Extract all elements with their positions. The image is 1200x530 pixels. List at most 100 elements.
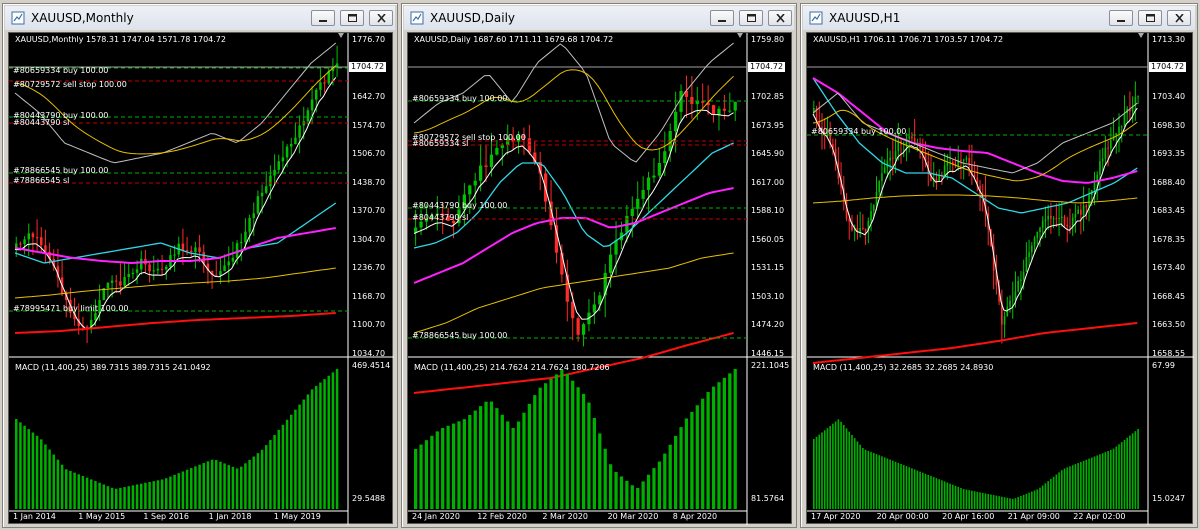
macd-bar [995, 495, 998, 509]
candle-body [1110, 140, 1112, 149]
window-title: XAUUSD,Monthly [31, 11, 134, 25]
candle-body [319, 82, 322, 90]
macd-bar [98, 482, 101, 509]
macd-bar [706, 392, 710, 509]
macd-bar [1101, 453, 1104, 509]
macd-bar [430, 435, 434, 509]
candle-body [106, 282, 110, 289]
candle-body [965, 158, 968, 160]
macd-bar [619, 476, 624, 509]
close-button[interactable] [1167, 10, 1191, 26]
close-button[interactable] [369, 10, 393, 26]
macd-bar [156, 480, 160, 509]
macd-bar [81, 476, 85, 509]
candle-body [554, 225, 559, 253]
chart-icon [11, 11, 25, 25]
macd-bar [845, 428, 848, 509]
macd-bar [938, 479, 940, 509]
order-label: #78866545 sl [13, 176, 70, 185]
macd-bar [1041, 485, 1044, 509]
maximize-button[interactable] [1138, 10, 1162, 26]
window-title: XAUUSD,H1 [829, 11, 901, 25]
ema-red-line [14, 312, 336, 334]
price-axis-label: 1698.30 [1152, 120, 1186, 130]
macd-bar [194, 466, 197, 509]
macd-bar [231, 466, 235, 509]
chart-ohlc-label: XAUUSD,Daily 1687.60 1711.11 1679.68 170… [414, 35, 614, 44]
macd-histogram [15, 369, 339, 509]
window-titlebar[interactable]: XAUUSD,Monthly [5, 6, 395, 30]
candle-body [156, 268, 160, 271]
macd-bar [1058, 472, 1060, 509]
candle-body [641, 189, 645, 199]
window-titlebar[interactable]: XAUUSD,H1 [803, 6, 1195, 30]
macd-bar [1131, 433, 1134, 509]
candle-body [1101, 158, 1104, 162]
macd-bar [544, 383, 548, 509]
macd-bar [1047, 481, 1049, 509]
order-label: #80659334 buy 100.00 [811, 127, 907, 136]
minimize-button[interactable] [311, 10, 335, 26]
macd-bar [549, 378, 553, 509]
candle-body [489, 154, 494, 167]
candle-body [1085, 205, 1088, 208]
candle-body [27, 233, 30, 240]
macd-bar [614, 472, 618, 509]
macd-bar [265, 445, 268, 509]
macd-bar [946, 482, 949, 509]
minimize-button[interactable] [710, 10, 734, 26]
macd-bar [457, 421, 461, 509]
chart-canvas[interactable]: XAUUSD,Daily 1687.60 1711.11 1679.68 170… [407, 32, 793, 525]
window-titlebar[interactable]: XAUUSD,Daily [404, 6, 794, 30]
macd-bar [23, 425, 26, 509]
maximize-button[interactable] [739, 10, 763, 26]
candle-body [110, 280, 114, 283]
macd-bar [1066, 467, 1069, 509]
macd-bar [48, 449, 51, 509]
chart-shift-marker[interactable] [338, 33, 344, 38]
macd-bar [674, 435, 678, 509]
price-axis-label: 1100.70 [352, 320, 386, 330]
macd-bar [987, 493, 990, 509]
candle-body [862, 227, 864, 229]
price-axis-label: 1168.70 [352, 291, 386, 301]
macd-bar [913, 469, 916, 509]
price-axis-label: 1588.10 [751, 206, 785, 216]
maximize-button[interactable] [340, 10, 364, 26]
macd-bar [256, 453, 260, 509]
candle-body [733, 101, 737, 111]
macd-bar [554, 374, 559, 509]
macd-axis-label: 15.0247 [1152, 494, 1186, 503]
macd-bar [984, 493, 987, 509]
chart-shift-marker[interactable] [737, 33, 743, 38]
candle-body [260, 192, 264, 197]
price-axis-label: 1531.15 [751, 263, 785, 273]
price-axis-label: 1236.70 [352, 263, 386, 273]
price-axis-label: 1663.50 [1152, 320, 1186, 330]
macd-bar [65, 469, 68, 509]
chart-canvas[interactable]: XAUUSD,H1 1706.11 1706.71 1703.57 1704.7… [806, 32, 1194, 525]
macd-bar [285, 419, 289, 509]
close-button[interactable] [768, 10, 792, 26]
macd-bar [897, 462, 900, 509]
macd-bar [106, 486, 110, 509]
price-axis-label: 1703.40 [1152, 92, 1186, 102]
macd-bar [31, 432, 35, 509]
macd-bar [1036, 489, 1039, 509]
price-axis-label: 1474.20 [751, 320, 785, 330]
macd-bar [527, 403, 531, 509]
minimize-button[interactable] [1109, 10, 1133, 26]
current-price-box: 1704.72 [349, 62, 387, 72]
macd-bar [177, 473, 180, 509]
order-label: #80659334 sl [412, 139, 469, 148]
candle-body [227, 261, 230, 266]
macd-bar [94, 481, 97, 509]
price-axis-label: 1658.55 [1152, 349, 1186, 358]
macd-bar [690, 411, 694, 509]
macd-bar [244, 463, 247, 509]
chart-canvas[interactable]: XAUUSD,Monthly 1578.31 1747.04 1571.78 1… [8, 32, 394, 525]
macd-bar [319, 382, 322, 509]
candle-body [1055, 218, 1058, 220]
chart-shift-marker[interactable] [1138, 33, 1144, 38]
macd-bar [943, 481, 946, 509]
